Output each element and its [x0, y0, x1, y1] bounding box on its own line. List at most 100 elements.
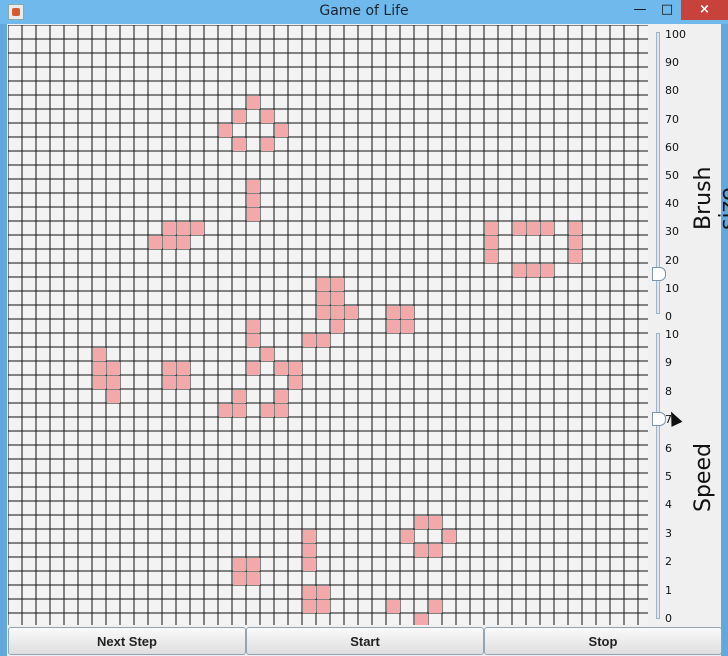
brush-size-slider-thumb[interactable] — [652, 266, 666, 281]
live-cell[interactable] — [331, 278, 344, 291]
live-cell[interactable] — [317, 278, 330, 291]
live-cell[interactable] — [303, 530, 316, 543]
maximize-button[interactable]: □ — [654, 0, 680, 20]
stop-button[interactable]: Stop — [484, 627, 722, 655]
live-cell[interactable] — [485, 222, 498, 235]
live-cell[interactable] — [289, 362, 302, 375]
live-cell[interactable] — [233, 572, 246, 585]
live-cell[interactable] — [247, 96, 260, 109]
slider-tick-label: 6 — [665, 441, 672, 455]
live-cell[interactable] — [569, 236, 582, 249]
live-cell[interactable] — [527, 264, 540, 277]
live-cell[interactable] — [429, 544, 442, 557]
live-cell[interactable] — [93, 376, 106, 389]
live-cell[interactable] — [261, 404, 274, 417]
live-cell[interactable] — [527, 222, 540, 235]
live-cell[interactable] — [331, 320, 344, 333]
live-cell[interactable] — [275, 362, 288, 375]
live-cell[interactable] — [261, 110, 274, 123]
live-cell[interactable] — [317, 334, 330, 347]
start-button[interactable]: Start — [246, 627, 484, 655]
live-cell[interactable] — [219, 124, 232, 137]
speed-slider-thumb[interactable] — [652, 412, 666, 427]
live-cell[interactable] — [261, 138, 274, 151]
live-cell[interactable] — [177, 362, 190, 375]
live-cell[interactable] — [541, 222, 554, 235]
live-cell[interactable] — [275, 404, 288, 417]
grid-canvas[interactable] — [7, 24, 653, 641]
live-cell[interactable] — [513, 264, 526, 277]
live-cell[interactable] — [247, 194, 260, 207]
live-cell[interactable] — [401, 530, 414, 543]
live-cell[interactable] — [233, 404, 246, 417]
slider-tick-label: 8 — [665, 384, 672, 398]
live-cell[interactable] — [233, 138, 246, 151]
live-cell[interactable] — [233, 558, 246, 571]
live-cell[interactable] — [387, 306, 400, 319]
live-cell[interactable] — [541, 264, 554, 277]
close-button[interactable]: × — [681, 0, 728, 20]
minimize-button[interactable]: — — [627, 0, 653, 20]
live-cell[interactable] — [401, 320, 414, 333]
live-cell[interactable] — [233, 110, 246, 123]
live-cell[interactable] — [163, 222, 176, 235]
live-cell[interactable] — [443, 530, 456, 543]
live-cell[interactable] — [233, 390, 246, 403]
live-cell[interactable] — [275, 390, 288, 403]
slider-tick-label: 90 — [665, 56, 679, 70]
live-cell[interactable] — [261, 348, 274, 361]
live-cell[interactable] — [317, 292, 330, 305]
live-cell[interactable] — [163, 362, 176, 375]
live-cell[interactable] — [401, 306, 414, 319]
live-cell[interactable] — [289, 376, 302, 389]
live-cell[interactable] — [331, 306, 344, 319]
live-cell[interactable] — [569, 222, 582, 235]
live-cell[interactable] — [177, 376, 190, 389]
live-cell[interactable] — [415, 614, 428, 627]
live-cell[interactable] — [177, 222, 190, 235]
live-cell[interactable] — [247, 334, 260, 347]
live-cell[interactable] — [317, 306, 330, 319]
live-cell[interactable] — [317, 600, 330, 613]
live-cell[interactable] — [303, 600, 316, 613]
live-cell[interactable] — [93, 348, 106, 361]
live-cell[interactable] — [247, 320, 260, 333]
live-cell[interactable] — [191, 222, 204, 235]
live-cell[interactable] — [303, 586, 316, 599]
live-cell[interactable] — [107, 390, 120, 403]
speed-slider-track[interactable] — [656, 333, 660, 619]
live-cell[interactable] — [429, 600, 442, 613]
live-cell[interactable] — [219, 404, 232, 417]
live-cell[interactable] — [163, 236, 176, 249]
live-cell[interactable] — [429, 516, 442, 529]
live-cell[interactable] — [331, 292, 344, 305]
live-cell[interactable] — [275, 124, 288, 137]
live-cell[interactable] — [163, 376, 176, 389]
live-cell[interactable] — [149, 236, 162, 249]
live-cell[interactable] — [303, 544, 316, 557]
live-cell[interactable] — [93, 362, 106, 375]
live-cell[interactable] — [317, 586, 330, 599]
live-cell[interactable] — [107, 376, 120, 389]
live-cell[interactable] — [247, 558, 260, 571]
next-step-button[interactable]: Next Step — [8, 627, 246, 655]
live-cell[interactable] — [513, 222, 526, 235]
live-cell[interactable] — [303, 558, 316, 571]
live-cell[interactable] — [303, 334, 316, 347]
live-cell[interactable] — [485, 236, 498, 249]
live-cell[interactable] — [177, 236, 190, 249]
live-cell[interactable] — [485, 250, 498, 263]
live-cell[interactable] — [387, 320, 400, 333]
live-cell[interactable] — [247, 208, 260, 221]
live-cell[interactable] — [569, 250, 582, 263]
life-grid[interactable] — [7, 24, 653, 641]
live-cell[interactable] — [415, 544, 428, 557]
live-cell[interactable] — [247, 572, 260, 585]
live-cell[interactable] — [415, 516, 428, 529]
live-cell[interactable] — [345, 306, 358, 319]
live-cell[interactable] — [247, 362, 260, 375]
live-cell[interactable] — [247, 180, 260, 193]
live-cell[interactable] — [387, 600, 400, 613]
slider-tick-label: 2 — [665, 555, 672, 569]
live-cell[interactable] — [107, 362, 120, 375]
